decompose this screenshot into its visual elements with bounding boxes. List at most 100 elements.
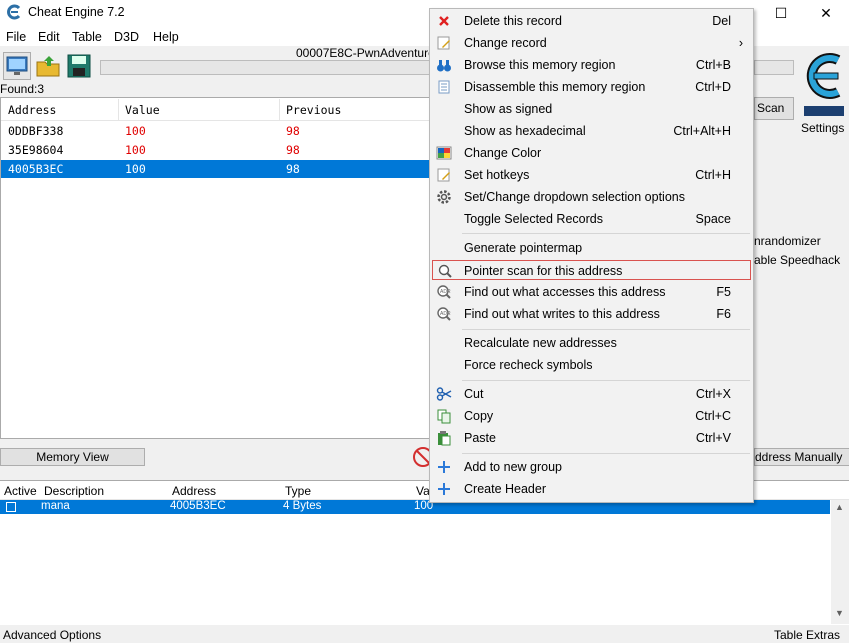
menu-item-label: Disassemble this memory region — [464, 80, 646, 94]
found-list-row[interactable]: 35E98604 100 98 — [1, 141, 429, 159]
menu-item-recalculate[interactable]: Recalculate new addresses — [430, 332, 753, 354]
scissors-icon — [436, 387, 452, 401]
menu-item-show-hex[interactable]: Show as hexadecimal Ctrl+Alt+H — [430, 120, 753, 142]
column-value[interactable]: Value — [125, 103, 160, 117]
memory-view-button[interactable]: Memory View — [0, 448, 145, 466]
add-address-manually-button[interactable]: ddress Manually — [754, 448, 849, 466]
menu-item-show-signed[interactable]: Show as signed — [430, 98, 753, 120]
copy-icon — [437, 409, 451, 424]
edit-record-icon — [437, 36, 450, 50]
submenu-arrow-icon: › — [738, 36, 743, 50]
menu-item-change-record[interactable]: Change record › — [430, 32, 753, 54]
menu-item-shortcut: F5 — [716, 285, 731, 299]
row-value: 100 — [125, 162, 146, 176]
open-process-button[interactable] — [3, 52, 31, 80]
cheat-engine-logo-icon[interactable] — [800, 44, 848, 120]
plus-icon — [438, 461, 450, 473]
menu-item-shortcut: Del — [712, 14, 731, 28]
row-previous: 98 — [286, 162, 300, 176]
menu-item-label: Add to new group — [464, 460, 562, 474]
menu-item-find-writes[interactable]: ADR Find out what writes to this address… — [430, 303, 753, 325]
scan-progress-bar — [100, 60, 430, 75]
disassemble-icon — [438, 80, 450, 94]
menu-item-label: Find out what writes to this address — [464, 307, 660, 321]
column-description[interactable]: Description — [44, 484, 104, 498]
found-list-row[interactable]: 0DDBF338 100 98 — [1, 122, 429, 140]
row-address: 35E98604 — [8, 143, 64, 157]
menu-item-recheck-symbols[interactable]: Force recheck symbols — [430, 354, 753, 376]
menu-edit[interactable]: Edit — [38, 30, 60, 44]
menu-separator — [462, 380, 750, 381]
menu-item-label: Browse this memory region — [464, 58, 616, 72]
settings-label[interactable]: Settings — [801, 121, 844, 135]
table-extras-label[interactable]: Table Extras — [774, 628, 840, 642]
delete-x-icon — [439, 16, 449, 26]
menu-item-generate-pointermap[interactable]: Generate pointermap — [430, 237, 753, 259]
menu-item-label: Set hotkeys — [464, 168, 530, 182]
found-list-header — [1, 98, 429, 121]
unrandomizer-label[interactable]: nrandomizer — [754, 234, 821, 248]
menu-help[interactable]: Help — [153, 30, 179, 44]
row-previous: 98 — [286, 124, 300, 138]
menu-item-shortcut: Ctrl+B — [695, 58, 731, 72]
menu-item-find-accesses[interactable]: ADR Find out what accesses this address … — [430, 281, 753, 303]
menu-table[interactable]: Table — [72, 30, 102, 44]
column-value[interactable]: Va — [416, 484, 430, 498]
column-address[interactable]: Address — [8, 103, 56, 117]
close-button[interactable]: ✕ — [803, 0, 849, 26]
column-address[interactable]: Address — [172, 484, 216, 498]
save-file-button[interactable] — [65, 52, 93, 80]
stop-sign-icon[interactable] — [411, 446, 431, 468]
column-type[interactable]: Type — [285, 484, 311, 498]
menu-item-dropdown-options[interactable]: Set/Change dropdown selection options — [430, 186, 753, 208]
menu-item-copy[interactable]: Copy Ctrl+C — [430, 405, 753, 427]
menu-item-label: Show as hexadecimal — [464, 124, 586, 138]
menu-item-label: Pointer scan for this address — [464, 264, 623, 278]
menu-d3d[interactable]: D3D — [114, 30, 139, 44]
scan-button[interactable]: Scan — [754, 97, 794, 120]
magnifier-icon — [438, 264, 452, 278]
menu-item-set-hotkeys[interactable]: Set hotkeys Ctrl+H — [430, 164, 753, 186]
scroll-down-arrow-icon[interactable]: ▼ — [835, 608, 844, 618]
svg-text:ADR: ADR — [440, 311, 451, 317]
found-list-row-selected[interactable]: 4005B3EC 100 98 — [1, 160, 429, 178]
menu-separator — [462, 329, 750, 330]
hotkey-icon — [437, 168, 450, 182]
address-table-scrollbar[interactable] — [831, 500, 849, 624]
row-type: 4 Bytes — [283, 500, 322, 512]
menu-item-shortcut: Ctrl+H — [695, 168, 731, 182]
menu-separator — [462, 233, 750, 234]
row-address: 4005B3EC — [170, 500, 226, 512]
menu-item-browse-memory[interactable]: Browse this memory region Ctrl+B — [430, 54, 753, 76]
gear-icon — [437, 190, 451, 204]
menu-item-pointer-scan[interactable]: Pointer scan for this address — [432, 260, 751, 280]
menu-item-add-group[interactable]: Add to new group — [430, 456, 753, 478]
menu-item-create-header[interactable]: Create Header — [430, 478, 753, 500]
open-file-button[interactable] — [35, 52, 63, 80]
column-previous[interactable]: Previous — [286, 103, 341, 117]
process-title: 00007E8C-PwnAdventure — [296, 46, 435, 60]
column-separator — [118, 99, 119, 120]
menu-item-toggle-selected[interactable]: Toggle Selected Records Space — [430, 208, 753, 230]
menu-item-paste[interactable]: Paste Ctrl+V — [430, 427, 753, 449]
menu-item-change-color[interactable]: Change Color — [430, 142, 753, 164]
menu-item-cut[interactable]: Cut Ctrl+X — [430, 383, 753, 405]
advanced-options-label[interactable]: Advanced Options — [3, 628, 101, 642]
maximize-button[interactable]: ☐ — [758, 0, 804, 26]
status-footer — [0, 626, 849, 643]
row-previous: 98 — [286, 143, 300, 157]
binoculars-icon — [437, 60, 451, 72]
menu-item-disassemble[interactable]: Disassemble this memory region Ctrl+D — [430, 76, 753, 98]
scroll-up-arrow-icon[interactable]: ▲ — [835, 502, 844, 512]
menu-file[interactable]: File — [6, 30, 26, 44]
found-count: Found:3 — [0, 82, 45, 96]
active-checkbox[interactable] — [6, 502, 16, 512]
speedhack-label[interactable]: able Speedhack — [754, 253, 840, 267]
menu-item-label: Set/Change dropdown selection options — [464, 190, 685, 204]
find-access-icon: ADR — [437, 285, 451, 299]
window-title: Cheat Engine 7.2 — [28, 5, 125, 19]
menu-item-delete-record[interactable]: Delete this record Del — [430, 10, 753, 32]
column-active[interactable]: Active — [4, 484, 37, 498]
menu-separator — [462, 453, 750, 454]
menu-item-label: Delete this record — [464, 14, 562, 28]
